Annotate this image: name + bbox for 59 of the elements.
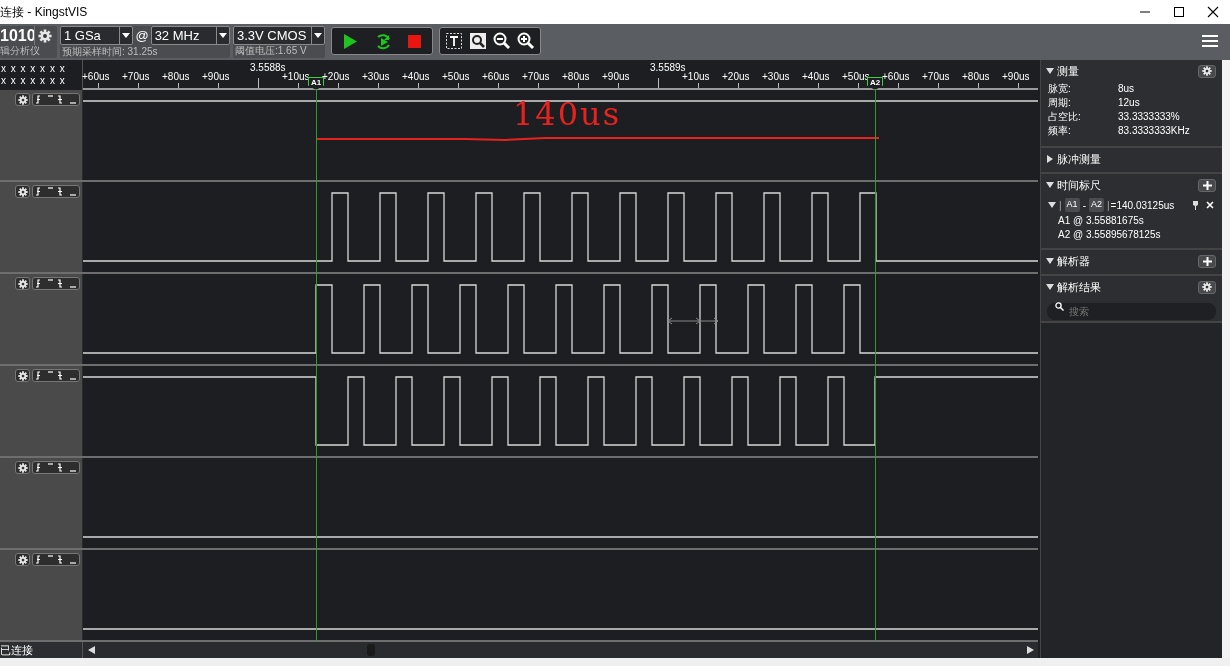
channel-mark-row-text: x x x x x x x bbox=[1, 75, 67, 87]
cursor-position: A1 @ 3.55881675s bbox=[1057, 214, 1145, 228]
ruler-tick-label: 3.5589s bbox=[650, 63, 686, 73]
cursor-tag: A1 bbox=[1064, 198, 1080, 212]
cursor-delta: =140.03125us bbox=[1110, 198, 1176, 213]
ruler-tick-label: +70us bbox=[122, 72, 150, 82]
ruler-tick-label: +70us bbox=[922, 72, 950, 82]
ruler-tick-label: +10us bbox=[282, 72, 310, 82]
cursor-tag: A2 bbox=[1088, 198, 1104, 212]
measure-value: 33.3333333% bbox=[1118, 110, 1181, 124]
section-title[interactable]: 解析器 bbox=[1057, 252, 1198, 270]
ruler-tick-label: +20us bbox=[322, 72, 350, 82]
cursor-flag[interactable]: A2 bbox=[867, 77, 883, 90]
cursor-position: A2 @ 3.55895678125s bbox=[1057, 228, 1162, 242]
ruler-tick-label: +70us bbox=[522, 72, 550, 82]
delimiter-text: | bbox=[1107, 198, 1110, 213]
ruler-tick-label: +20us bbox=[722, 72, 750, 82]
sample-depth-dropdown[interactable]: 1 GSa bbox=[60, 26, 134, 46]
ruler-tick-label: +60us bbox=[82, 72, 110, 82]
at-sign: @ bbox=[135, 27, 149, 45]
ruler-tick-label: +40us bbox=[402, 72, 430, 82]
ruler-tick-label: +40us bbox=[802, 72, 830, 82]
measure-label: 脉宽: bbox=[1048, 82, 1072, 96]
ruler-tick-label: +90us bbox=[1002, 72, 1030, 82]
cursor-flag[interactable]: A1 bbox=[308, 77, 324, 90]
window-title: 连接 - KingstVIS bbox=[0, 4, 88, 21]
measure-label: 周期: bbox=[1048, 96, 1072, 110]
section-title[interactable]: 时间标尺 bbox=[1057, 176, 1198, 194]
voltage-dropdown[interactable]: 3.3V CMOS bbox=[233, 26, 325, 45]
delimiter-text: | bbox=[1059, 198, 1062, 213]
handwritten-annotation: 140us bbox=[513, 98, 622, 130]
ruler-tick-label: +80us bbox=[162, 72, 190, 82]
section-title[interactable]: 解析结果 bbox=[1057, 278, 1198, 296]
ruler-tick-label: +80us bbox=[562, 72, 590, 82]
logo-text: 1010 bbox=[0, 27, 34, 44]
ruler-tick-label: +60us bbox=[882, 72, 910, 82]
section-title[interactable]: 脉冲测量 bbox=[1057, 150, 1216, 168]
search-field[interactable]: 搜索 bbox=[1047, 303, 1216, 320]
channel-mark-row-text: x x x x x x x bbox=[1, 63, 67, 75]
measure-value: 12us bbox=[1118, 96, 1141, 110]
threshold-label: 阈值电压:1.65 V bbox=[234, 45, 308, 57]
section-title[interactable]: 测量 bbox=[1057, 62, 1198, 80]
sample-rate-dropdown[interactable]: 32 MHz bbox=[150, 26, 230, 46]
ruler-tick-label: +50us bbox=[442, 72, 470, 82]
measure-value: 83.3333333KHz bbox=[1118, 124, 1191, 138]
ruler-tick-label: +80us bbox=[962, 72, 990, 82]
sample-time-label: 预期采样时间: 31.25s bbox=[61, 45, 159, 58]
minus-sign: - bbox=[1082, 198, 1086, 213]
measure-label: 频率: bbox=[1048, 124, 1072, 138]
ruler-tick-label: +30us bbox=[362, 72, 390, 82]
ruler-tick-label: +90us bbox=[202, 72, 230, 82]
ruler-tick-label: +60us bbox=[482, 72, 510, 82]
ruler-tick-label: +10us bbox=[682, 72, 710, 82]
ruler-tick-label: 3.5588s bbox=[250, 63, 286, 73]
measure-value: 8us bbox=[1118, 82, 1136, 96]
measure-label: 占空比: bbox=[1048, 110, 1082, 124]
ruler-tick-label: +90us bbox=[602, 72, 630, 82]
ruler-tick-label: +30us bbox=[762, 72, 790, 82]
device-label: 辑分析仪 bbox=[0, 45, 41, 57]
